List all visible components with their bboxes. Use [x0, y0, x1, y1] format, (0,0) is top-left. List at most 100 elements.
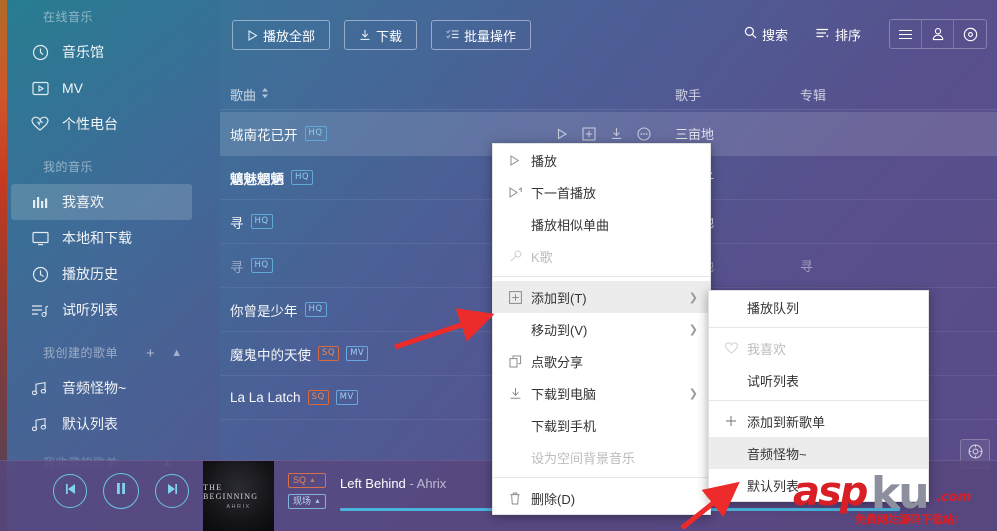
- context-menu: 播放 下一首播放 播放相似单曲 K歌 添加到(T) ❯ 移动到(V) ❯ 点歌分…: [492, 143, 711, 515]
- sidebar-item-radio[interactable]: 个性电台: [7, 106, 220, 142]
- quality-tags: SQ ▲ 现场 ▲: [288, 473, 326, 509]
- song-title-cell: 你曾是少年 HQ: [230, 300, 327, 320]
- chevron-right-icon: ❯: [688, 323, 698, 336]
- song-title: 城南花已开: [230, 127, 298, 143]
- context-menu-item-play-next[interactable]: 下一首播放: [493, 176, 710, 208]
- sidebar-item-history[interactable]: 播放历史: [7, 256, 220, 292]
- submenu-item-label: 播放队列: [747, 300, 800, 316]
- context-menu-item-label: 下载到电脑: [531, 386, 597, 402]
- sidebar-item-label: 本地和下载: [62, 230, 132, 246]
- plus-icon[interactable]: +: [146, 346, 155, 361]
- column-header-song[interactable]: 歌曲: [230, 85, 269, 104]
- prev-icon: [64, 482, 77, 500]
- disc-icon[interactable]: [954, 20, 986, 48]
- quality-tag-sq[interactable]: SQ ▲: [288, 473, 326, 488]
- pause-button[interactable]: [103, 473, 139, 509]
- submenu-item-play-queue[interactable]: 播放队列: [709, 291, 928, 323]
- pause-icon: [115, 482, 127, 500]
- column-header-artist[interactable]: 歌手: [675, 85, 701, 104]
- context-menu-item-delete[interactable]: 删除(D): [493, 482, 710, 514]
- sidebar-item-label: 音乐馆: [62, 44, 104, 60]
- context-menu-item-add-to[interactable]: 添加到(T) ❯: [493, 281, 710, 313]
- monitor-icon: [29, 229, 51, 247]
- song-title: 魔鬼中的天使: [230, 347, 311, 363]
- context-menu-item-label: 设为空间背景音乐: [531, 450, 636, 466]
- play-icon[interactable]: [556, 128, 568, 140]
- context-menu-item-download-pc[interactable]: 下载到电脑 ❯: [493, 377, 710, 409]
- download-icon[interactable]: [610, 127, 623, 140]
- music-note-icon: [29, 415, 51, 433]
- sidebar-group-created-label: 我创建的歌单: [43, 346, 119, 360]
- cover-title: THE BEGINNING: [203, 483, 259, 501]
- sidebar-item-favorites[interactable]: 我喜欢: [11, 184, 192, 220]
- heart-icon: [725, 342, 747, 354]
- album-cover[interactable]: THE BEGINNING AHRIX: [203, 461, 274, 531]
- context-menu-item-play-similar[interactable]: 播放相似单曲: [493, 208, 710, 240]
- context-menu-item-karaoke[interactable]: K歌: [493, 240, 710, 272]
- download-button[interactable]: 下载: [344, 20, 418, 50]
- user-icon[interactable]: [922, 20, 954, 48]
- hamburger-icon[interactable]: [890, 20, 922, 48]
- desktop-strip: [0, 0, 7, 531]
- heart-radio-icon: [29, 115, 51, 133]
- more-icon[interactable]: [637, 126, 651, 141]
- play-all-label: 播放全部: [263, 28, 316, 44]
- clock-icon: [29, 265, 51, 283]
- context-menu-item-download-phone[interactable]: 下载到手机: [493, 409, 710, 441]
- chevron-up-icon[interactable]: ▲: [171, 336, 182, 370]
- sidebar-item-mv[interactable]: MV: [7, 70, 220, 106]
- sidebar-item-playlist-audiomonster[interactable]: 音频怪物~: [7, 370, 220, 406]
- mv-badge: MV: [346, 346, 369, 361]
- context-menu-item-label: 下一首播放: [531, 185, 597, 201]
- context-menu-item-label: 播放相似单曲: [531, 217, 610, 233]
- trash-icon: [509, 492, 531, 505]
- submenu-item-favorites[interactable]: 我喜欢: [709, 332, 928, 364]
- toolbar-icon-box: [889, 19, 987, 49]
- sidebar-item-preview-list[interactable]: 试听列表: [7, 292, 220, 328]
- submenu-item-label: 默认列表: [747, 478, 800, 494]
- mic-icon: [509, 250, 531, 263]
- menu-separator: [709, 400, 928, 401]
- hq-badge: HQ: [250, 258, 273, 273]
- sidebar-group-created: 我创建的歌单 + ▲: [7, 336, 220, 370]
- plus-icon: [725, 415, 747, 427]
- add-icon[interactable]: [582, 126, 596, 141]
- next-button[interactable]: [155, 474, 189, 508]
- sq-badge: SQ: [307, 390, 329, 405]
- song-title: 你曾是少年: [230, 303, 298, 319]
- play-next-icon: [509, 186, 531, 198]
- song-title: 寻: [230, 215, 244, 231]
- submenu-item-audiomonster[interactable]: 音频怪物~: [709, 437, 928, 469]
- search-button[interactable]: 搜索: [744, 25, 788, 44]
- submenu-item-add-new-playlist[interactable]: 添加到新歌单: [709, 405, 928, 437]
- sidebar-item-label: 播放历史: [62, 266, 118, 282]
- batch-operate-button[interactable]: 批量操作: [431, 20, 532, 50]
- song-title-cell: 魑魅魍魉 HQ: [230, 168, 314, 188]
- context-menu-item-share[interactable]: 点歌分享: [493, 345, 710, 377]
- context-menu-item-label: 添加到(T): [531, 290, 587, 306]
- sidebar-group-online: 在线音乐: [43, 10, 94, 24]
- sidebar-item-playlist-default[interactable]: 默认列表: [7, 406, 220, 442]
- playlist-icon: [29, 301, 51, 319]
- chevron-right-icon: ❯: [688, 291, 698, 304]
- sidebar-item-music-hall[interactable]: 音乐馆: [7, 34, 220, 70]
- video-icon: [29, 79, 51, 97]
- context-menu-item-set-bgm[interactable]: 设为空间背景音乐: [493, 441, 710, 473]
- list-header: 歌曲 歌手 专辑: [220, 78, 997, 110]
- sidebar: 在线音乐 音乐馆 MV 个性电台 我的音乐 我喜欢 本地和下载 播放历史 试听列…: [7, 0, 220, 470]
- context-menu-item-move-to[interactable]: 移动到(V) ❯: [493, 313, 710, 345]
- sort-button[interactable]: 排序: [816, 25, 861, 44]
- quality-tag-live[interactable]: 现场 ▲: [288, 494, 326, 509]
- submenu-item-label: 添加到新歌单: [747, 414, 826, 430]
- song-title-cell: 城南花已开 HQ: [230, 124, 327, 144]
- sidebar-item-local-downloads[interactable]: 本地和下载: [7, 220, 220, 256]
- song-title: La La Latch: [230, 390, 301, 405]
- context-menu-item-play[interactable]: 播放: [493, 144, 710, 176]
- previous-button[interactable]: [53, 474, 87, 508]
- play-all-button[interactable]: 播放全部: [232, 20, 331, 50]
- submenu-item-default-list[interactable]: 默认列表: [709, 469, 928, 501]
- submenu-item-preview-list[interactable]: 试听列表: [709, 364, 928, 396]
- column-header-album[interactable]: 专辑: [800, 85, 826, 104]
- next-icon: [166, 482, 179, 500]
- song-album: 寻: [800, 259, 814, 274]
